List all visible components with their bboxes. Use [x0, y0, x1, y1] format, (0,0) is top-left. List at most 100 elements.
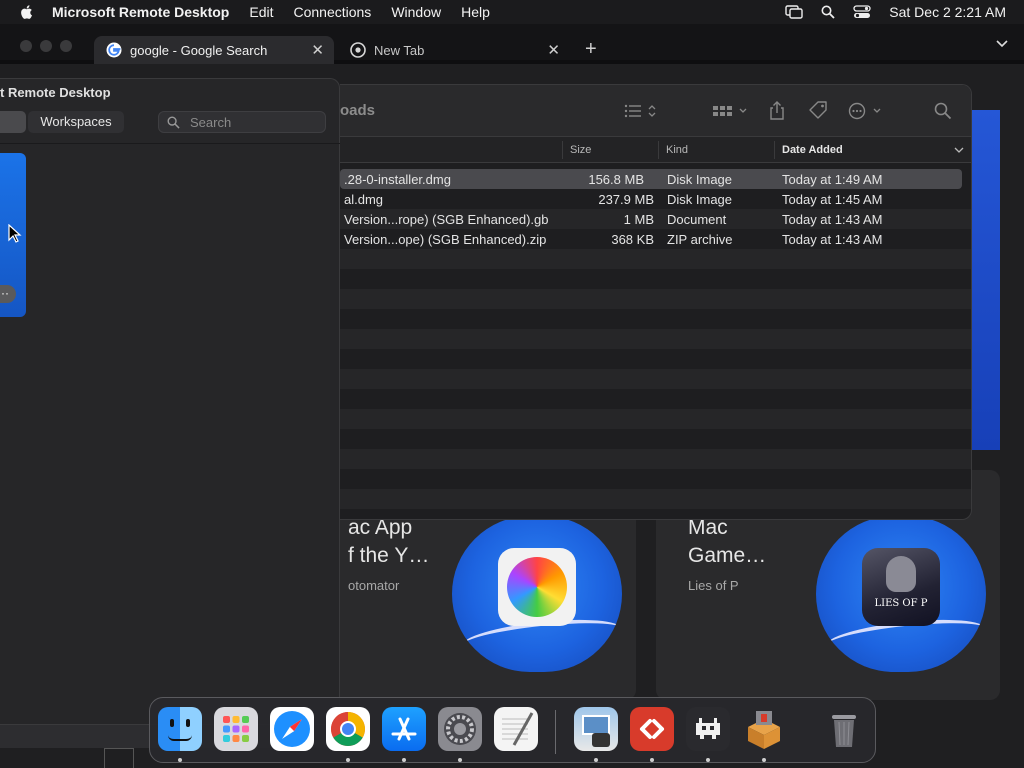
file-size: 237.9 MB: [598, 192, 654, 207]
pcs-segment-button[interactable]: [0, 111, 26, 133]
running-indicator: [706, 758, 710, 762]
finder-dock-icon[interactable]: [158, 707, 202, 751]
menu-app-name[interactable]: Microsoft Remote Desktop: [52, 4, 229, 20]
file-kind: Disk Image: [667, 172, 733, 187]
finder-toolbar: oads: [340, 85, 971, 137]
share-icon: [770, 101, 784, 120]
group-by-button[interactable]: [712, 101, 748, 121]
trash-dock-icon[interactable]: [822, 707, 866, 751]
sort-chevron-icon[interactable]: [954, 147, 964, 154]
preview-dock-icon[interactable]: [574, 707, 618, 751]
spotlight-search-icon[interactable]: [821, 5, 835, 19]
chrome-dock-icon[interactable]: [326, 707, 370, 751]
column-kind[interactable]: Kind: [666, 144, 688, 156]
new-tab-button[interactable]: +: [585, 38, 597, 61]
empty-row: [340, 409, 971, 429]
group-grid-icon: [713, 106, 747, 116]
badge-logo-text: LIES OF P: [874, 598, 928, 609]
app-badge-lies-of-p[interactable]: LIES OF P: [816, 516, 986, 672]
empty-row: [340, 469, 971, 489]
search-icon: [167, 116, 180, 129]
menu-window[interactable]: Window: [391, 4, 441, 20]
search-field[interactable]: [158, 111, 326, 133]
list-view-button[interactable]: [624, 101, 656, 121]
window-zoom-button[interactable]: [60, 40, 72, 52]
tab-close-icon[interactable]: ✕: [547, 41, 560, 59]
file-name: Version...rope) (SGB Enhanced).gb: [344, 212, 549, 227]
tab-new-tab[interactable]: New Tab ✕: [338, 36, 570, 64]
textedit-dock-icon[interactable]: [494, 707, 538, 751]
launchpad-dock-icon[interactable]: [214, 707, 258, 751]
tab-label: New Tab: [374, 42, 425, 58]
menu-edit[interactable]: Edit: [249, 4, 273, 20]
file-name: Version...ope) (SGB Enhanced).zip: [344, 232, 547, 247]
window-close-button[interactable]: [20, 40, 32, 52]
empty-row: [340, 329, 971, 349]
running-indicator: [346, 758, 350, 762]
tab-google-search[interactable]: google - Google Search ✕: [94, 36, 334, 64]
column-separator: [658, 141, 659, 159]
workspaces-segment-button[interactable]: Workspaces: [28, 111, 124, 133]
control-center-icon[interactable]: [853, 5, 871, 19]
share-button[interactable]: [768, 101, 786, 121]
running-indicator: [594, 758, 598, 762]
safari-dock-icon[interactable]: [270, 707, 314, 751]
tab-label: google - Google Search: [130, 42, 268, 58]
menu-connections[interactable]: Connections: [293, 4, 371, 20]
file-size: 368 KB: [611, 232, 654, 247]
column-size[interactable]: Size: [570, 144, 591, 156]
tab-search-chevron-icon[interactable]: [996, 40, 1008, 48]
running-indicator: [650, 758, 654, 762]
file-row[interactable]: Version...rope) (SGB Enhanced).gb 1 MB D…: [340, 209, 971, 229]
card-subtitle: Lies of P: [688, 578, 739, 593]
empty-row: [340, 489, 971, 509]
mouse-pointer-icon: [8, 224, 22, 243]
empty-row: [340, 249, 971, 269]
retroarch-dock-icon[interactable]: [686, 707, 730, 751]
running-indicator: [402, 758, 406, 762]
action-menu-button[interactable]: [848, 101, 884, 121]
file-kind: ZIP archive: [667, 232, 733, 247]
remote-desktop-window: t Remote Desktop Workspaces ···: [0, 78, 340, 748]
empty-row: [340, 449, 971, 469]
file-row[interactable]: .28-0-installer.dmg 156.8 MB Disk Image …: [340, 169, 962, 189]
archive-utility-dock-icon[interactable]: [742, 707, 786, 751]
empty-row: [340, 429, 971, 449]
window-title: t Remote Desktop: [0, 85, 111, 100]
file-kind: Disk Image: [667, 192, 733, 207]
apple-menu-icon[interactable]: [18, 3, 36, 21]
menu-help[interactable]: Help: [461, 4, 490, 20]
app-store-dock-icon[interactable]: [382, 707, 426, 751]
file-name: al.dmg: [344, 192, 384, 207]
dock-separator: [555, 710, 556, 754]
screen-mirroring-icon[interactable]: [785, 5, 803, 19]
file-kind: Document: [667, 212, 727, 227]
tag-icon: [809, 101, 827, 119]
tab-close-icon[interactable]: ✕: [311, 41, 324, 59]
file-date: Today at 1:43 AM: [782, 232, 883, 247]
finder-search-button[interactable]: [934, 101, 952, 121]
menu-extras: Sat Dec 2 2:21 AM: [785, 0, 1006, 24]
empty-row: [340, 269, 971, 289]
tags-button[interactable]: [808, 101, 828, 121]
file-date: Today at 1:45 AM: [782, 192, 883, 207]
file-row[interactable]: al.dmg 237.9 MB Disk Image Today at 1:45…: [340, 189, 971, 209]
app-badge-pixelmator[interactable]: [452, 516, 622, 672]
empty-row: [340, 369, 971, 389]
file-size: 156.8 MB: [588, 172, 644, 187]
window-minimize-button[interactable]: [40, 40, 52, 52]
system-settings-dock-icon[interactable]: [438, 707, 482, 751]
file-name: .28-0-installer.dmg: [344, 172, 451, 187]
background-window-edge: [104, 748, 134, 768]
column-date-added[interactable]: Date Added: [782, 144, 843, 156]
chrome-favicon-icon: [350, 42, 366, 58]
remote-desktop-dock-icon[interactable]: [630, 707, 674, 751]
file-list: .28-0-installer.dmg 156.8 MB Disk Image …: [340, 169, 971, 509]
card-title: ac App f the Y…: [348, 516, 430, 567]
file-row[interactable]: Version...ope) (SGB Enhanced).zip 368 KB…: [340, 229, 971, 249]
search-input[interactable]: [190, 114, 310, 130]
search-icon: [934, 102, 952, 120]
finder-window: oads Size Kind Date Added .28-0-installe…: [340, 84, 972, 520]
menu-clock[interactable]: Sat Dec 2 2:21 AM: [889, 4, 1006, 20]
file-date: Today at 1:49 AM: [782, 172, 883, 187]
